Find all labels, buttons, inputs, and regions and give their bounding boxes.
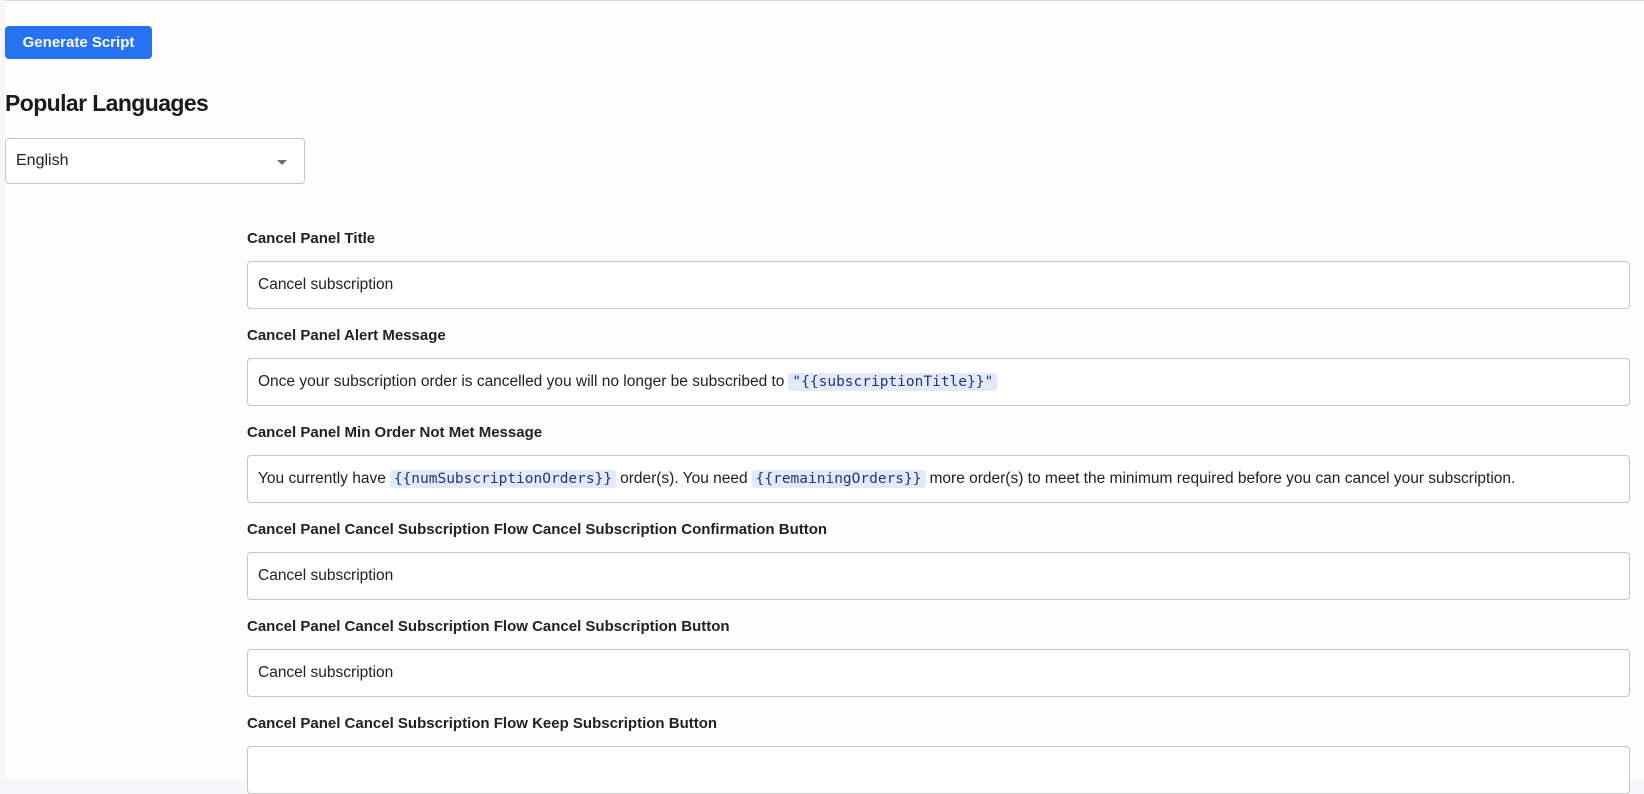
text-input[interactable]: You currently have {{numSubscriptionOrde… [247, 455, 1630, 503]
variable-token: "{{subscriptionTitle}}" [788, 373, 998, 391]
input-text: You currently have [258, 470, 386, 487]
input-text: order(s). You need [620, 470, 748, 487]
field-label: Cancel Panel Title [247, 230, 376, 247]
generate-script-button[interactable]: Generate Script [5, 26, 152, 59]
field-cancel-panel-title: Cancel Panel Title Cancel subscription [247, 229, 1630, 309]
field-cancel-confirmation-button: Cancel Panel Cancel Subscription Flow Ca… [247, 520, 1630, 600]
text-input[interactable]: Once your subscription order is cancelle… [247, 358, 1630, 406]
page-content: Generate Script Popular Languages Englis… [5, 0, 1644, 794]
input-value: Cancel subscription [258, 276, 394, 293]
text-input[interactable]: Cancel subscription [247, 552, 1630, 600]
field-cancel-subscription-button: Cancel Panel Cancel Subscription Flow Ca… [247, 617, 1630, 697]
field-label: Cancel Panel Cancel Subscription Flow Ke… [247, 715, 718, 732]
variable-token: {{numSubscriptionOrders}} [389, 470, 617, 488]
field-label: Cancel Panel Cancel Subscription Flow Ca… [247, 521, 828, 538]
input-text: more order(s) to meet the minimum requir… [929, 470, 1516, 487]
variable-token: {{remainingOrders}} [751, 470, 926, 488]
language-select-value: English [16, 152, 69, 169]
field-cancel-panel-alert-message: Cancel Panel Alert Message Once your sub… [247, 326, 1630, 406]
text-input[interactable] [247, 746, 1630, 794]
field-label: Cancel Panel Cancel Subscription Flow Ca… [247, 618, 730, 635]
input-value: Cancel subscription [258, 567, 394, 584]
language-select[interactable]: English [5, 138, 305, 184]
text-input[interactable]: Cancel subscription [247, 261, 1630, 309]
caret-down-icon [277, 160, 287, 165]
field-label: Cancel Panel Alert Message [247, 327, 446, 344]
field-keep-subscription-button: Cancel Panel Cancel Subscription Flow Ke… [247, 714, 1630, 794]
field-cancel-panel-min-order-message: Cancel Panel Min Order Not Met Message Y… [247, 423, 1630, 503]
field-label: Cancel Panel Min Order Not Met Message [247, 424, 543, 441]
popular-languages-heading: Popular Languages [5, 90, 209, 116]
text-input[interactable]: Cancel subscription [247, 649, 1630, 697]
input-value: Cancel subscription [258, 664, 394, 681]
input-text: Once your subscription order is cancelle… [258, 373, 785, 390]
